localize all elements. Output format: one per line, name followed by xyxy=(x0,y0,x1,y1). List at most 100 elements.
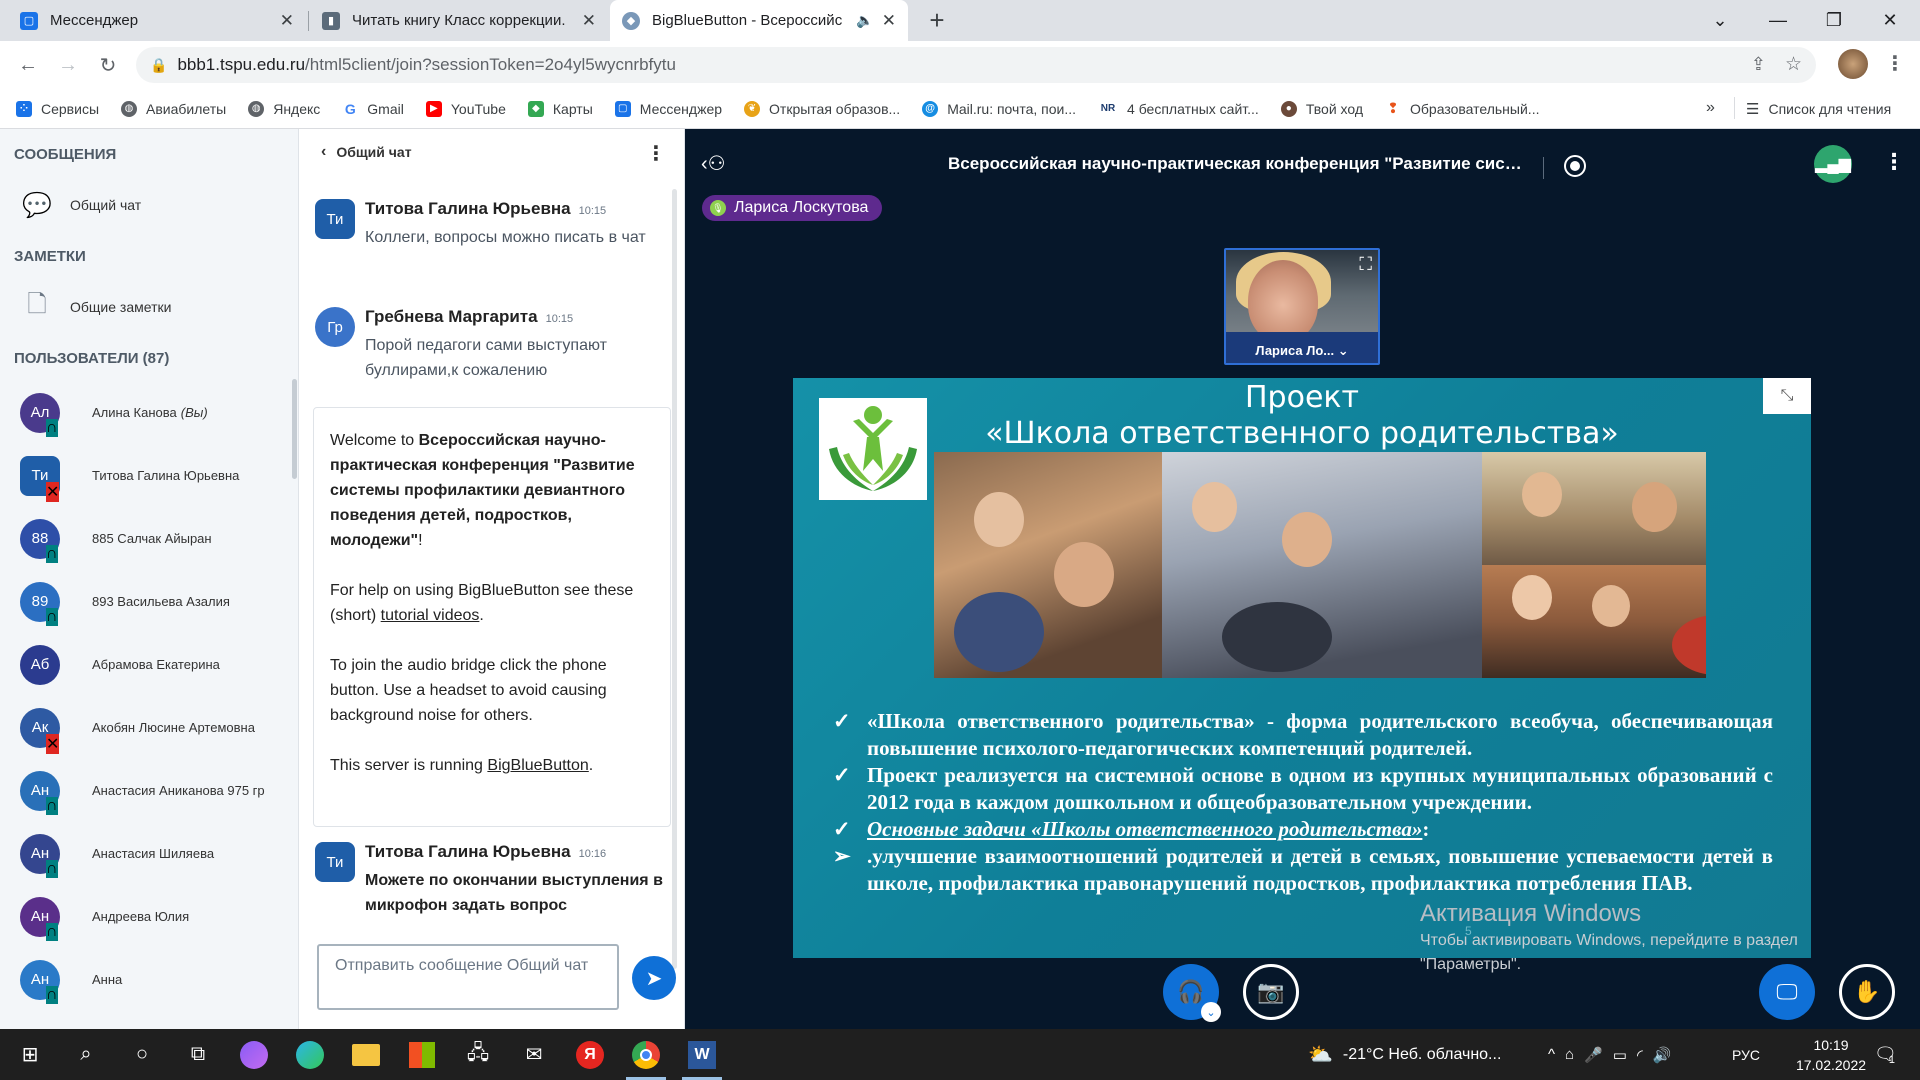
public-chat-item[interactable]: 💬 Общий чат xyxy=(0,177,298,233)
recording-indicator[interactable] xyxy=(1564,155,1586,177)
system-tray-icons[interactable]: ^ ⌂ 🎤 ▭ ◜ 🔊 xyxy=(1548,1029,1681,1080)
chat-message-input[interactable]: Отправить сообщение Общий чат xyxy=(317,944,619,1010)
bookmark-yandex[interactable]: ◍ Яндекс xyxy=(248,100,320,117)
user-list-item[interactable]: Ан ∩ Анастасия Шиляева xyxy=(0,822,298,885)
webcam-user-label[interactable]: Лариса Ло... ⌄ xyxy=(1226,343,1378,359)
bookmark-services[interactable]: ⁘ Сервисы xyxy=(16,100,99,117)
user-list-item[interactable]: Ан ∩ Андреева Юлия xyxy=(0,885,298,948)
close-tab-icon[interactable]: ✕ xyxy=(582,11,596,31)
audio-headset-button[interactable]: 🎧 ⌄ xyxy=(1163,964,1221,1022)
tutorial-videos-link[interactable]: tutorial videos xyxy=(381,607,480,624)
bookmark-mailru[interactable]: @ Mail.ru: почта, пои... xyxy=(922,100,1076,117)
user-name-text: 893 Васильева Азалия xyxy=(92,594,230,609)
talking-indicator[interactable]: 🎙 Лариса Лоскутова xyxy=(702,195,883,221)
forward-button[interactable]: → xyxy=(48,45,88,85)
slide-title-line1: Проект xyxy=(1244,380,1359,415)
user-list-item[interactable]: Ан ∩ Анна xyxy=(0,948,298,1011)
tab-book[interactable]: ▮ Читать книгу Класс коррекции. ✕ xyxy=(310,0,608,41)
word-icon[interactable]: W xyxy=(674,1029,730,1080)
network-tool-icon[interactable]: 🖧 xyxy=(450,1029,506,1080)
user-name-text: Анастасия Шиляева xyxy=(92,846,215,861)
user-list-item[interactable]: Аб Абрамова Екатерина xyxy=(0,633,298,696)
user-list-item[interactable]: Ак ✕ Акобян Люсине Артемовна xyxy=(0,696,298,759)
sidebar-scrollbar[interactable] xyxy=(292,379,297,479)
bookmarks-more-button[interactable]: » xyxy=(1706,99,1715,117)
bookmark-maps[interactable]: ◆ Карты xyxy=(527,100,593,117)
search-icon[interactable]: ⌕ xyxy=(58,1029,114,1080)
chevron-left-icon[interactable]: ‹ xyxy=(321,143,326,161)
user-list-item[interactable]: 89 ∩ 893 Васильева Азалия xyxy=(0,570,298,633)
connection-status-icon[interactable]: ▂▄▆ xyxy=(1814,145,1852,183)
chat-scrollbar[interactable] xyxy=(672,189,677,969)
url-input[interactable]: 🔒 bbb1.tspu.edu.ru/html5client/join?sess… xyxy=(136,47,1816,83)
shared-notes-item[interactable]: 🗋 Общие заметки xyxy=(0,279,298,335)
bookmark-tvoy-hod[interactable]: ● Твой ход xyxy=(1280,100,1363,117)
toggle-user-list-icon[interactable]: ‹⚇ xyxy=(701,151,726,176)
listen-only-icon: ∩ xyxy=(46,860,58,878)
minimize-button[interactable]: — xyxy=(1750,0,1806,41)
user-list-item[interactable]: Ал ∩ Алина Канова (Вы) xyxy=(0,381,298,444)
user-list-item[interactable]: 88 ∩ 885 Салчак Айыран xyxy=(0,507,298,570)
back-button[interactable]: ← xyxy=(8,45,48,85)
bookmark-messenger[interactable]: ▢ Мессенджер xyxy=(614,100,722,117)
store-icon[interactable] xyxy=(394,1029,450,1080)
camera-off-icon: 📷 xyxy=(1257,979,1285,1004)
share-icon[interactable]: ⇪ xyxy=(1751,54,1766,75)
windows-taskbar: ⊞ ⌕ ○ ⧉ 🖧 ✉ Я W ⛅ -21°C Неб. облачно... ^… xyxy=(0,1029,1920,1080)
new-tab-button[interactable]: + xyxy=(924,7,950,34)
bookmark-gmail[interactable]: G Gmail xyxy=(342,100,404,117)
bullet-text: Проект реализуется на системной основе в… xyxy=(867,763,1773,814)
bookmark-educational[interactable]: ❢ Образовательный... xyxy=(1385,100,1539,117)
reload-button[interactable]: ↻ xyxy=(88,45,128,85)
language-indicator[interactable]: РУС xyxy=(1732,1029,1760,1080)
photo-kids-carpet xyxy=(1482,565,1706,678)
yandex-browser-icon[interactable]: Я xyxy=(562,1029,618,1080)
maximize-button[interactable]: ❐ xyxy=(1806,0,1862,41)
close-tab-icon[interactable]: ✕ xyxy=(280,11,294,31)
activation-text: Чтобы активировать Windows, перейдите в … xyxy=(1420,932,1798,973)
globe-icon: ◍ xyxy=(121,100,138,117)
start-button[interactable]: ⊞ xyxy=(2,1029,58,1080)
options-menu-icon[interactable]: ⋮ xyxy=(1883,149,1905,175)
tab-bigbluebutton[interactable]: ◆ BigBlueButton - Всероссийс 🔈 ✕ xyxy=(610,0,908,41)
close-window-button[interactable]: ✕ xyxy=(1862,0,1918,41)
chevron-down-icon[interactable]: ⌄ xyxy=(1201,1002,1221,1022)
tab-search-chevron-icon[interactable]: ⌄ xyxy=(1692,0,1748,41)
clock[interactable]: 10:19 17.02.2022 xyxy=(1776,1029,1886,1080)
weather-widget[interactable]: ⛅ -21°C Неб. облачно... xyxy=(1308,1029,1501,1080)
alice-assistant-icon[interactable] xyxy=(226,1029,282,1080)
user-list-item[interactable]: Ти ✕ Титова Галина Юрьевна xyxy=(0,444,298,507)
avatar: Аб xyxy=(20,644,60,685)
share-webcam-button[interactable]: 📷 xyxy=(1243,964,1299,1020)
tab-messenger[interactable]: ▢ Мессенджер ✕ xyxy=(8,0,306,41)
fullscreen-icon[interactable]: ⛶ xyxy=(1359,254,1372,275)
file-explorer-icon[interactable] xyxy=(338,1029,394,1080)
cortana-icon[interactable]: ○ xyxy=(114,1029,170,1080)
browser-menu-icon[interactable]: ⋮ xyxy=(1885,51,1905,76)
close-tab-icon[interactable]: ✕ xyxy=(882,11,896,31)
bookmark-youtube[interactable]: ▶ YouTube xyxy=(425,100,506,117)
user-name-text: Абрамова Екатерина xyxy=(92,657,220,672)
restore-presentation-button[interactable]: 🖵 xyxy=(1759,964,1815,1020)
help-text-end: . xyxy=(479,607,484,624)
bookmark-aviabilety[interactable]: ◍ Авиабилеты xyxy=(121,100,226,117)
bookmark-star-icon[interactable]: ☆ xyxy=(1785,53,1802,76)
task-view-icon[interactable]: ⧉ xyxy=(170,1029,226,1080)
chat-options-icon[interactable]: ⋮ xyxy=(646,141,666,166)
chrome-icon[interactable] xyxy=(618,1029,674,1080)
profile-avatar[interactable] xyxy=(1838,49,1868,79)
speaker-icon[interactable]: 🔈 xyxy=(856,12,873,29)
user-name: Абрамова Екатерина xyxy=(92,657,220,672)
edge-browser-icon[interactable] xyxy=(282,1029,338,1080)
notifications-button[interactable]: 🗨 1 xyxy=(1874,1029,1897,1080)
bookmark-open-education[interactable]: ❦ Открытая образов... xyxy=(744,100,900,117)
bigbluebutton-link[interactable]: BigBlueButton xyxy=(487,757,588,774)
mail-icon[interactable]: ✉ xyxy=(506,1029,562,1080)
webcam-video[interactable]: ⛶ Лариса Ло... ⌄ xyxy=(1224,248,1380,365)
user-list-item[interactable]: Ан ∩ Анастасия Аниканова 975 гр xyxy=(0,759,298,822)
raise-hand-button[interactable]: ✋ xyxy=(1839,964,1895,1020)
bookmark-free-sites[interactable]: NR 4 бесплатных сайт... xyxy=(1098,100,1259,117)
send-message-button[interactable]: ➤ xyxy=(632,956,676,1000)
reading-list-button[interactable]: ☰ Список для чтения xyxy=(1746,100,1891,118)
server-text-end: . xyxy=(588,757,594,774)
